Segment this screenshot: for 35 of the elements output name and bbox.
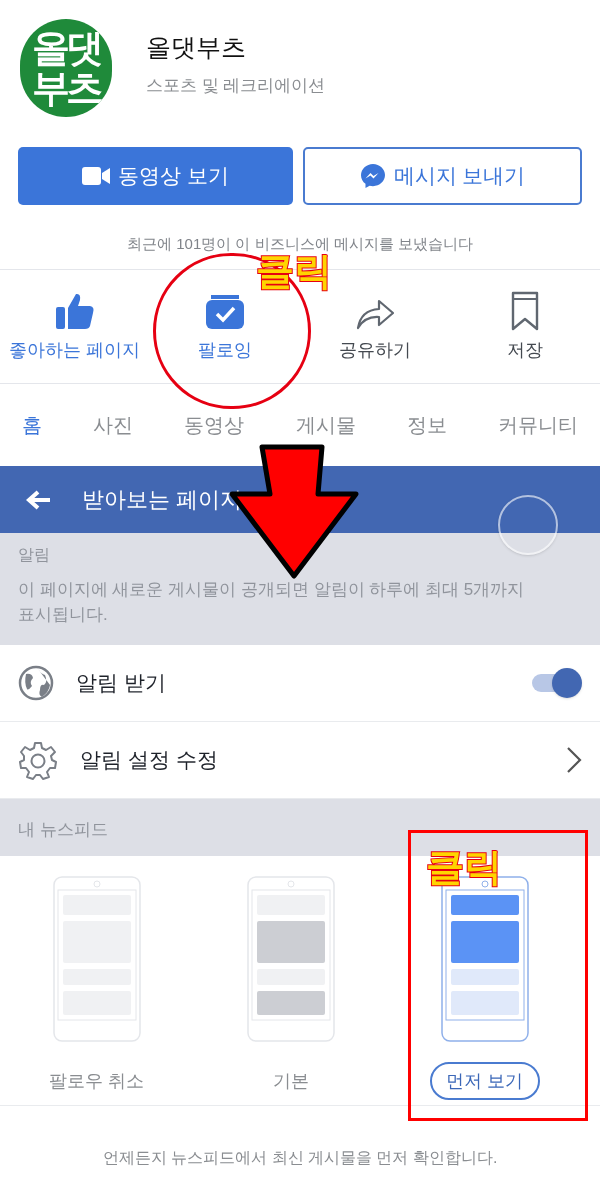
page-tab[interactable]: 정보 [406,410,447,440]
send-message-button[interactable]: 메시지 보내기 [303,147,582,205]
page-name: 올댓부츠 [146,32,247,63]
section-heading: 내 뉴스피드 [18,819,109,841]
action-item[interactable]: 저장 [450,289,600,364]
back-button[interactable] [26,488,52,511]
page-logo: 올댓 부츠 [20,18,112,117]
back-arrow-icon [26,488,52,511]
page-tab[interactable]: 게시물 [295,410,356,440]
feed-option[interactable]: 먼저 보기 [430,1062,540,1100]
page-tab[interactable]: 홈 [22,410,42,440]
feed-option[interactable]: 기본 [257,1062,325,1100]
globe-icon [18,665,54,701]
loading-spinner [498,495,558,555]
section-heading: 알림 [18,545,51,565]
section-description: 이 페이지에 새로운 게시물이 공개되면 알림이 하루에 최대 5개까지 표시됩니다. [18,579,526,626]
video-camera-icon [82,166,111,186]
page-tab[interactable]: 동영상 [184,410,245,440]
feed-description: 언제든지 뉴스피드에서 최신 게시물을 먼저 확인합니다. [101,1148,499,1168]
page-tab[interactable]: 커뮤니티 [497,410,578,440]
click-label: 클릭 [426,848,502,886]
settings-icon [18,740,58,780]
setting-label: 알림 받기 [76,670,167,697]
watch-video-button[interactable]: 동영상 보기 [18,147,293,205]
action-item[interactable]: 좋아하는 페이지 [0,289,150,364]
setting-label: 알림 설정 수정 [80,747,219,774]
thumbs-up-icon [54,291,96,331]
bookmark-icon [510,291,540,331]
chevron-right-icon [566,746,582,774]
feed-option[interactable]: 팔로우 취소 [33,1062,161,1100]
page-category: 스포츠 및 레크리에이션 [146,74,326,97]
messenger-icon [359,163,386,189]
message-note: 최근에 101명이 이 비즈니스에 메시지를 보냈습니다 [126,234,474,254]
settings-row[interactable]: 알림 받기 [0,645,600,722]
page-tab[interactable]: 사진 [93,410,134,440]
